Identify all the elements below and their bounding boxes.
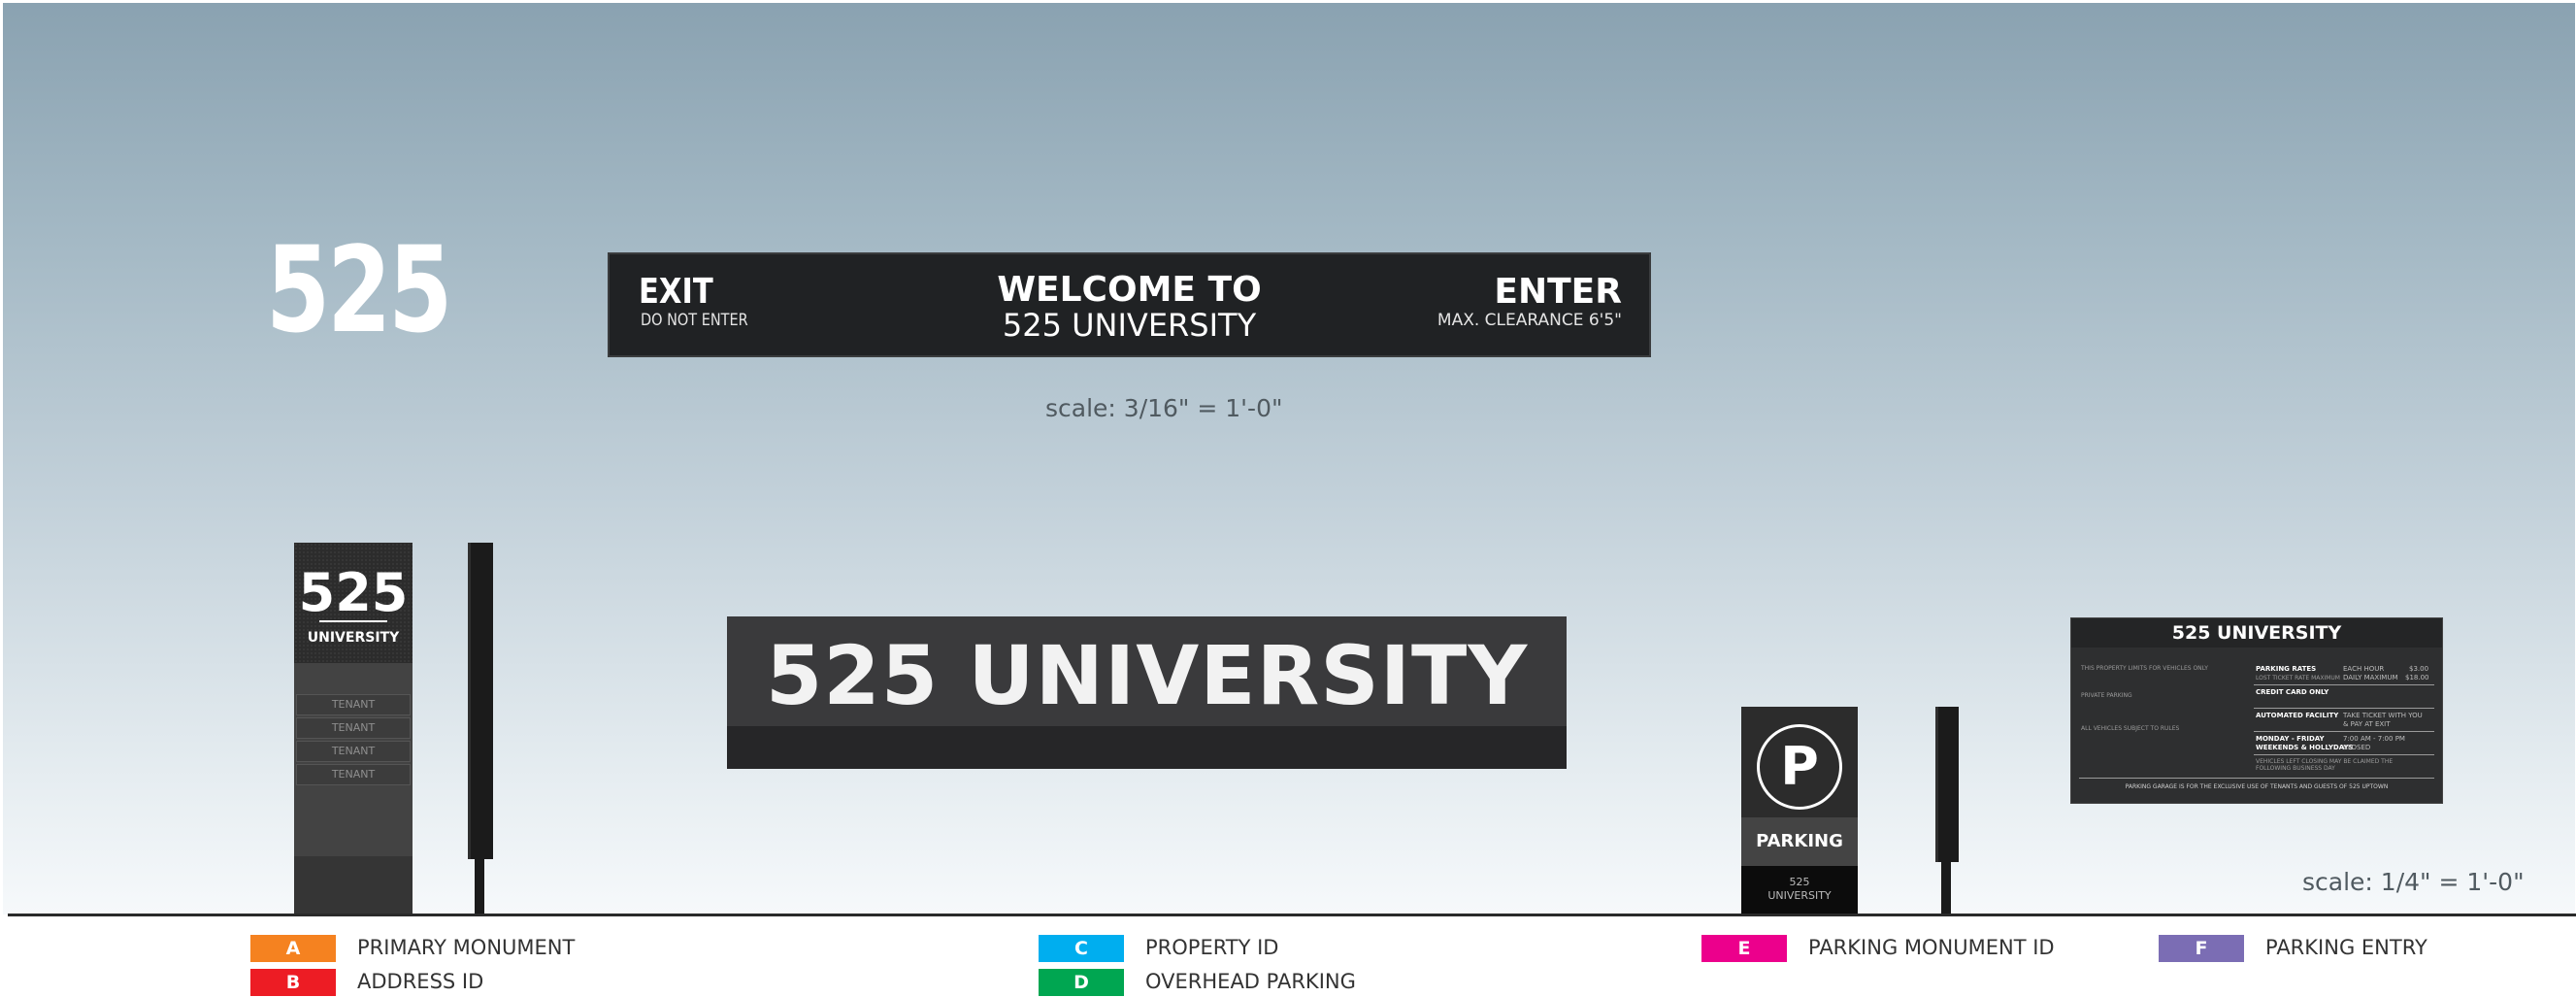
rates-value: EACH HOUR	[2343, 665, 2385, 673]
enter-label: ENTER	[1494, 272, 1622, 312]
legend-label-e: PARKING MONUMENT ID	[1808, 936, 2055, 959]
hours-label: MONDAY - FRIDAY	[2256, 735, 2325, 743]
parking-entry-note: PRIVATE PARKING	[2081, 692, 2132, 699]
legend-swatch-f: F	[2159, 935, 2244, 962]
legend-label-c: PROPERTY ID	[1145, 936, 1279, 959]
rates-label: PARKING RATES	[2256, 665, 2317, 673]
automated-value: & PAY AT EXIT	[2343, 720, 2391, 728]
scale-note-overhead: scale: 3/16" = 1'-0"	[1045, 394, 1283, 422]
hours-value: 7:00 AM - 7:00 PM	[2343, 735, 2405, 743]
parking-entry-sign: 525 UNIVERSITY THIS PROPERTY LIMITS FOR …	[2070, 617, 2443, 804]
rates-price: $3.00	[2409, 665, 2429, 673]
legend-label-a: PRIMARY MONUMENT	[357, 936, 576, 959]
legend-label-d: OVERHEAD PARKING	[1145, 970, 1356, 993]
weekend-value: CLOSED	[2343, 744, 2371, 751]
row-divider	[2254, 708, 2434, 709]
legend-label-b: ADDRESS ID	[357, 970, 484, 993]
monument-header: 525 UNIVERSITY	[294, 543, 413, 663]
automated-value: TAKE TICKET WITH YOU	[2343, 712, 2423, 719]
parking-footer-number: 525	[1789, 876, 1810, 888]
ground-line	[8, 914, 2576, 916]
parking-label: PARKING	[1741, 817, 1858, 866]
enter-sublabel: MAX. CLEARANCE 6'5"	[1437, 311, 1622, 330]
primary-monument: 525 UNIVERSITY TENANT TENANT TENANT TENA…	[294, 543, 413, 915]
scale-note-parking: scale: 1/4" = 1'-0"	[2302, 868, 2525, 896]
row-divider	[2254, 684, 2434, 685]
row-divider	[2254, 754, 2434, 755]
weekend-label: WEEKENDS & HOLLYDAYS	[2256, 744, 2354, 751]
parking-entry-footer: PARKING GARAGE IS FOR THE EXCLUSIVE USE …	[2125, 783, 2389, 790]
legend-swatch-c: C	[1039, 935, 1124, 962]
rates-price: $18.00	[2405, 674, 2429, 681]
legend-swatch-a: A	[250, 935, 336, 962]
parking-entry-note: THIS PROPERTY LIMITS FOR VEHICLES ONLY	[2081, 665, 2208, 672]
parking-footer-name: UNIVERSITY	[1767, 889, 1832, 902]
credit-card-label: CREDIT CARD ONLY	[2256, 688, 2329, 696]
property-id-base-band	[727, 726, 1567, 769]
monument-divider	[319, 620, 387, 622]
row-divider	[2254, 731, 2434, 732]
primary-monument-side-post	[475, 859, 484, 915]
tenant-slot: TENANT	[296, 717, 411, 739]
tenant-slot: TENANT	[296, 764, 411, 785]
parking-p-icon: P	[1757, 724, 1842, 810]
tenant-slot: TENANT	[296, 694, 411, 715]
legend-swatch-b: B	[250, 969, 336, 996]
footer-divider	[2079, 778, 2434, 779]
address-id-number: 525	[266, 221, 452, 359]
notice-text: VEHICLES LEFT CLOSING MAY BE CLAIMED THE…	[2256, 758, 2394, 772]
monument-base	[294, 856, 413, 915]
monument-number: 525	[298, 562, 409, 623]
rates-sublabel: LOST TICKET RATE MAXIMUM	[2256, 675, 2340, 681]
parking-monument-side-view	[1935, 707, 1959, 862]
legend-swatch-e: E	[1701, 935, 1787, 962]
overhead-parking-sign: EXIT DO NOT ENTER WELCOME TO 525 UNIVERS…	[608, 252, 1651, 357]
parking-monument: P PARKING 525 UNIVERSITY	[1741, 707, 1858, 915]
parking-entry-title: 525 UNIVERSITY	[2071, 618, 2442, 648]
parking-monument-footer: 525 UNIVERSITY	[1741, 866, 1858, 915]
monument-name: UNIVERSITY	[307, 630, 400, 646]
welcome-label: WELCOME TO	[997, 270, 1262, 310]
parking-monument-side-post	[1941, 862, 1951, 915]
rates-value: DAILY MAXIMUM	[2343, 674, 2398, 681]
primary-monument-side-view	[468, 543, 493, 859]
property-id-sign: 525 UNIVERSITY	[727, 616, 1567, 769]
legend-label-f: PARKING ENTRY	[2265, 936, 2427, 959]
legend-swatch-d: D	[1039, 969, 1124, 996]
automated-label: AUTOMATED FACILITY	[2256, 712, 2339, 719]
tenant-slot: TENANT	[296, 741, 411, 762]
property-id-text: 525 UNIVERSITY	[765, 628, 1529, 723]
parking-entry-note: ALL VEHICLES SUBJECT TO RULES	[2081, 725, 2180, 732]
